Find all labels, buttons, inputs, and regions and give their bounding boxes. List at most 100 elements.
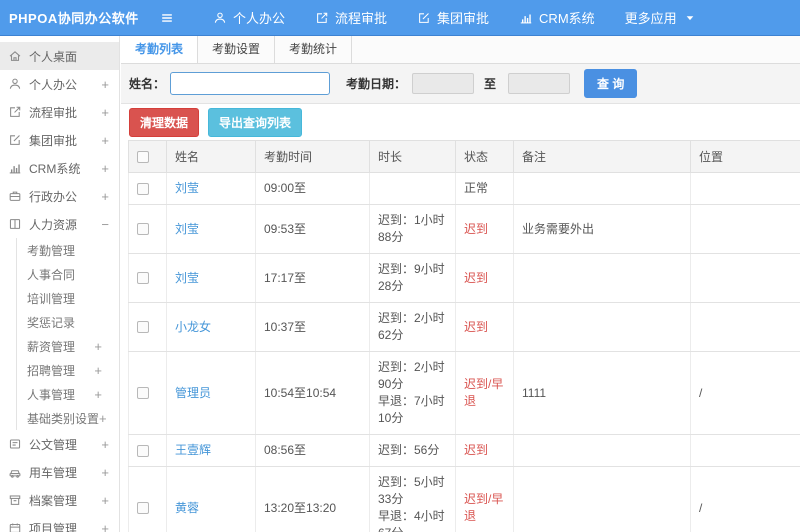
expand-toggle-icon[interactable]: +	[101, 437, 113, 452]
attendance-name-link[interactable]: 管理员	[175, 386, 211, 400]
home-icon	[8, 49, 25, 63]
sidebar-item-11[interactable]: 薪资管理 +	[16, 334, 119, 358]
name-input[interactable]	[170, 72, 331, 95]
topnav-item-1[interactable]: 流程审批	[300, 0, 402, 35]
chart-icon	[519, 11, 533, 25]
sidebar-item-16[interactable]: 用车管理 +	[0, 458, 119, 486]
topnav-item-4[interactable]: 更多应用	[610, 0, 712, 35]
topnav-item-label: 更多应用	[624, 11, 677, 26]
cell-location	[690, 253, 800, 303]
expand-toggle-icon[interactable]: +	[101, 189, 113, 204]
col-header-time: 考勤时间	[255, 140, 370, 173]
sidebar-item-5[interactable]: 行政办公 +	[0, 182, 119, 210]
action-bar: 清理数据 导出查询列表	[121, 104, 800, 140]
sidebar-item-4[interactable]: CRM系统 +	[0, 154, 119, 182]
expand-toggle-icon[interactable]: +	[94, 339, 119, 354]
cell-status: 迟到	[455, 253, 514, 303]
clean-data-button[interactable]: 清理数据	[129, 107, 200, 137]
cell-note	[513, 466, 691, 532]
select-all-checkbox[interactable]	[137, 151, 149, 164]
tab-1[interactable]: 考勤设置	[198, 36, 276, 63]
sidebar-item-2[interactable]: 流程审批 +	[0, 98, 119, 126]
cell-duration: 迟到：5小时33分早退：4小时67分	[369, 466, 456, 532]
cell-name: 刘莹	[166, 172, 256, 205]
topnav-item-0[interactable]: 个人办公	[198, 0, 300, 35]
expand-toggle-icon[interactable]: +	[101, 133, 113, 148]
expand-toggle-icon[interactable]: +	[101, 77, 113, 92]
query-button[interactable]: 查 询	[584, 69, 638, 98]
attendance-name-link[interactable]: 黄蓉	[175, 501, 199, 515]
row-checkbox[interactable]	[137, 272, 149, 285]
cell-name: 刘莹	[166, 204, 256, 254]
sidebar-item-label: 培训管理	[27, 291, 76, 306]
attendance-name-link[interactable]: 小龙女	[175, 320, 211, 334]
sidebar-item-9[interactable]: 培训管理	[16, 286, 119, 310]
cell-name: 管理员	[166, 351, 256, 435]
sidebar-item-17[interactable]: 档案管理 +	[0, 486, 119, 514]
sidebar-item-12[interactable]: 招聘管理 +	[16, 358, 119, 382]
expand-toggle-icon[interactable]: +	[94, 387, 119, 402]
sidebar-item-15[interactable]: 公文管理 +	[0, 430, 119, 458]
sidebar-item-10[interactable]: 奖惩记录	[16, 310, 119, 334]
row-checkbox[interactable]	[137, 502, 149, 515]
sidebar-item-3[interactable]: 集团审批 +	[0, 126, 119, 154]
date-to-input[interactable]	[508, 73, 571, 94]
topnav-item-label: CRM系统	[539, 11, 595, 26]
sidebar-item-label: CRM系统	[29, 161, 81, 176]
sidebar-item-8[interactable]: 人事合同	[16, 262, 119, 286]
tab-0[interactable]: 考勤列表	[121, 36, 199, 63]
archive-icon	[8, 493, 25, 507]
menu-toggle-icon[interactable]	[150, 11, 184, 25]
cell-location	[690, 302, 800, 352]
expand-toggle-icon[interactable]: +	[94, 363, 119, 378]
topnav-item-3[interactable]: CRM系统	[504, 0, 610, 35]
sidebar-item-0[interactable]: 个人桌面	[0, 42, 119, 70]
sidebar-item-1[interactable]: 个人办公 +	[0, 70, 119, 98]
expand-toggle-icon[interactable]: +	[101, 465, 113, 480]
row-checkbox[interactable]	[137, 444, 149, 457]
sidebar-item-6[interactable]: 人力资源 −	[0, 210, 119, 238]
cell-location: /	[690, 351, 800, 435]
expand-toggle-icon[interactable]: +	[101, 521, 113, 532]
table-row: 管理员 10:54至10:54 迟到：2小时90分 早退：7小时10分 迟到/早退…	[128, 351, 800, 435]
expand-toggle-icon[interactable]: +	[101, 493, 113, 508]
cell-attendance-time: 08:56至	[255, 434, 370, 467]
sidebar-item-14[interactable]: 基础类别设置 +	[16, 406, 119, 430]
cell-note: 业务需要外出	[513, 204, 691, 254]
sidebar-item-label: 行政办公	[29, 189, 78, 204]
attendance-name-link[interactable]: 刘莹	[175, 181, 199, 195]
row-checkbox[interactable]	[137, 321, 149, 334]
sidebar-item-7[interactable]: 考勤管理	[16, 238, 119, 262]
sidebar-item-label: 招聘管理	[27, 363, 76, 378]
cell-status: 迟到/早退	[455, 351, 514, 435]
cell-location	[690, 434, 800, 467]
expand-toggle-icon[interactable]: +	[99, 411, 119, 426]
project-icon	[8, 521, 25, 532]
app-logo[interactable]: PHPOA协同办公软件	[0, 8, 150, 27]
topnav-item-2[interactable]: 集团审批	[402, 0, 504, 35]
flow-icon	[8, 105, 25, 119]
cell-duration: 迟到：56分	[369, 434, 456, 467]
attendance-name-link[interactable]: 刘莹	[175, 222, 199, 236]
expand-toggle-icon[interactable]: −	[101, 217, 113, 232]
export-list-button[interactable]: 导出查询列表	[208, 107, 303, 137]
tab-2[interactable]: 考勤统计	[275, 36, 353, 63]
table-row: 小龙女 10:37至 迟到：2小时62分 迟到	[128, 302, 800, 352]
row-checkbox[interactable]	[137, 223, 149, 236]
attendance-name-link[interactable]: 刘莹	[175, 271, 199, 285]
sidebar-item-18[interactable]: 项目管理 +	[0, 514, 119, 532]
col-header-note: 备注	[513, 140, 691, 173]
expand-toggle-icon[interactable]: +	[101, 161, 113, 176]
sidebar-item-label: 流程审批	[29, 105, 78, 120]
attendance-name-link[interactable]: 王壹辉	[175, 443, 211, 457]
sidebar-item-13[interactable]: 人事管理 +	[16, 382, 119, 406]
cell-location	[690, 172, 800, 205]
date-from-input[interactable]	[412, 73, 475, 94]
expand-toggle-icon[interactable]: +	[101, 105, 113, 120]
cell-location: /	[690, 466, 800, 532]
row-checkbox[interactable]	[137, 182, 149, 195]
row-checkbox[interactable]	[137, 387, 149, 400]
sidebar-item-label: 项目管理	[29, 521, 78, 532]
row-checkbox-cell	[128, 302, 167, 352]
cell-note	[513, 302, 691, 352]
